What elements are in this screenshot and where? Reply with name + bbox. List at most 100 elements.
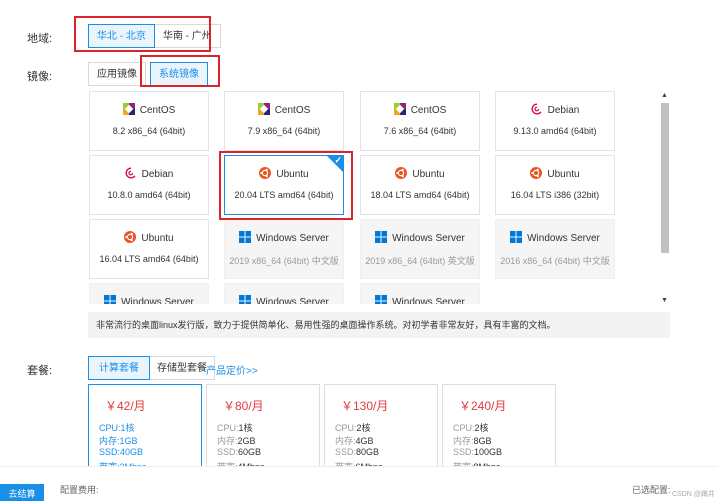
image-card[interactable]: Ubuntu 16.04 LTS i386 (32bit) <box>495 155 615 215</box>
scroll-thumb[interactable] <box>661 103 669 253</box>
region-selector: 华北 - 北京 华南 - 广州 <box>88 24 221 48</box>
fee-label: 配置费用: <box>60 485 99 495</box>
package-tabs: 计算套餐 存储型套餐 <box>88 356 215 380</box>
image-name: Debian <box>141 169 174 180</box>
spec-key: SSD: <box>99 447 121 457</box>
scroll-down-icon[interactable]: ▼ <box>661 297 668 304</box>
spec-key: SSD: <box>453 447 475 457</box>
plan-spec-mem: 内存:1GB <box>99 434 138 447</box>
windows-icon <box>375 295 392 304</box>
plan-price: ￥240/月 <box>459 399 507 413</box>
centos-icon <box>122 103 140 116</box>
spec-value: 1核 <box>238 423 253 433</box>
spec-value: 2GB <box>237 436 256 446</box>
plan-spec-cpu: CPU:1核 <box>217 421 253 434</box>
plan-spec-ssd: SSD:60GB <box>217 447 261 457</box>
image-name: Ubuntu <box>276 169 309 180</box>
image-version: 8.2 x86_64 (64bit) <box>112 126 186 136</box>
image-card[interactable]: CentOS 7.9 x86_64 (64bit) <box>224 91 344 151</box>
spec-value: 1核 <box>120 423 135 433</box>
package-plan-card[interactable]: ￥240/月CPU:2核内存:8GBSSD:100GB带宽:8Mbps <box>442 384 556 474</box>
spec-key: CPU: <box>453 423 475 433</box>
spec-key: CPU: <box>217 423 239 433</box>
image-name: Windows Server <box>256 233 329 244</box>
spec-value: 2核 <box>474 423 489 433</box>
pricing-link[interactable]: 产品定价>> <box>206 362 258 377</box>
spec-key: CPU: <box>99 423 121 433</box>
watermark: CSDN @蹲井 <box>672 491 715 498</box>
image-scrollbar[interactable]: ▲ ▼ <box>660 92 670 304</box>
image-tabs: 应用镜像 系统镜像 <box>88 62 208 86</box>
image-name: Ubuntu <box>141 233 174 244</box>
package-plan-card[interactable]: ￥80/月CPU:1核内存:2GBSSD:60GB带宽:4Mbps <box>206 384 320 474</box>
image-name: CentOS <box>139 105 176 116</box>
image-version: 16.04 LTS amd64 (64bit) <box>99 254 199 264</box>
ubuntu-icon <box>395 167 412 180</box>
tab-app-image[interactable]: 应用镜像 <box>88 62 146 86</box>
plan-spec-ssd: SSD:80GB <box>335 447 379 457</box>
windows-icon <box>375 231 392 244</box>
spec-key: 内存: <box>217 436 238 446</box>
image-card[interactable]: Debian 10.8.0 amd64 (64bit) <box>89 155 209 215</box>
ubuntu-icon <box>259 167 276 180</box>
debian-icon <box>531 103 548 116</box>
image-version: 18.04 LTS amd64 (64bit) <box>370 190 470 200</box>
spec-value: 4GB <box>355 436 374 446</box>
spec-key: 内存: <box>99 436 120 446</box>
image-name: Windows Server <box>256 297 329 304</box>
image-version: 20.04 LTS amd64 (64bit) <box>234 190 334 200</box>
scroll-up-icon[interactable]: ▲ <box>661 92 668 99</box>
ubuntu-icon <box>530 167 547 180</box>
region-label: 地域: <box>27 33 53 45</box>
image-name: Ubuntu <box>412 169 445 180</box>
spec-value: 60GB <box>238 447 262 457</box>
plan-price: ￥42/月 <box>105 399 146 413</box>
spec-value: 100GB <box>474 447 503 457</box>
spec-value: 8GB <box>473 436 492 446</box>
image-version: 10.8.0 amd64 (64bit) <box>107 190 191 200</box>
footer-bar: 去结算 配置费用: 已选配置: <box>0 466 718 501</box>
image-card[interactable]: Debian 9.13.0 amd64 (64bit) <box>495 91 615 151</box>
image-card: Windows Server 2019 x86_64 (64bit) 英文版 <box>360 219 480 279</box>
image-card[interactable]: Ubuntu 20.04 LTS amd64 (64bit) ✓ <box>224 155 344 215</box>
image-card[interactable]: Ubuntu 16.04 LTS amd64 (64bit) <box>89 219 209 279</box>
image-card: Windows Server 2019 x86_64 (64bit) 中文版 <box>224 219 344 279</box>
image-card[interactable]: CentOS 8.2 x86_64 (64bit) <box>89 91 209 151</box>
image-name: Ubuntu <box>547 169 580 180</box>
tab-compute-package[interactable]: 计算套餐 <box>88 356 150 380</box>
ubuntu-icon <box>124 231 141 244</box>
image-name: CentOS <box>410 105 447 116</box>
spec-value: 1GB <box>119 436 138 446</box>
plan-spec-ssd: SSD:40GB <box>99 447 143 457</box>
package-plan-card[interactable]: ￥130/月CPU:2核内存:4GBSSD:80GB带宽:6Mbps <box>324 384 438 474</box>
image-name: Debian <box>547 105 580 116</box>
region-option-guangzhou[interactable]: 华南 - 广州 <box>154 24 221 48</box>
image-version: 7.6 x86_64 (64bit) <box>383 126 457 136</box>
spec-key: 内存: <box>453 436 474 446</box>
image-card[interactable]: Ubuntu 18.04 LTS amd64 (64bit) <box>360 155 480 215</box>
image-card: Windows Server <box>360 283 480 304</box>
spec-value: 40GB <box>120 447 144 457</box>
windows-icon <box>510 231 527 244</box>
image-version: 9.13.0 amd64 (64bit) <box>513 126 597 136</box>
tab-system-image[interactable]: 系统镜像 <box>150 62 208 86</box>
image-version: 2016 x86_64 (64bit) 中文版 <box>500 256 610 266</box>
image-label: 镜像: <box>27 71 53 83</box>
checkout-button[interactable]: 去结算 <box>0 484 44 501</box>
spec-key: SSD: <box>217 447 239 457</box>
spec-key: SSD: <box>335 447 357 457</box>
image-card: Windows Server <box>224 283 344 304</box>
package-plan-card[interactable]: ￥42/月CPU:1核内存:1GBSSD:40GB带宽:3Mbps <box>88 384 202 474</box>
image-card[interactable]: CentOS 7.6 x86_64 (64bit) <box>360 91 480 151</box>
image-card: Windows Server <box>89 283 209 304</box>
image-version: 16.04 LTS i386 (32bit) <box>510 190 600 200</box>
chosen-config-label: 已选配置: <box>632 485 671 495</box>
plan-spec-mem: 内存:2GB <box>217 434 256 447</box>
debian-icon <box>125 167 142 180</box>
image-card: Windows Server 2016 x86_64 (64bit) 中文版 <box>495 219 615 279</box>
package-label: 套餐: <box>27 365 53 377</box>
spec-key: CPU: <box>335 423 357 433</box>
image-version: 2019 x86_64 (64bit) 英文版 <box>365 256 475 266</box>
image-card-grid: CentOS 8.2 x86_64 (64bit) CentOS 7.9 x86_64… <box>88 88 658 304</box>
region-option-beijing[interactable]: 华北 - 北京 <box>88 24 155 48</box>
